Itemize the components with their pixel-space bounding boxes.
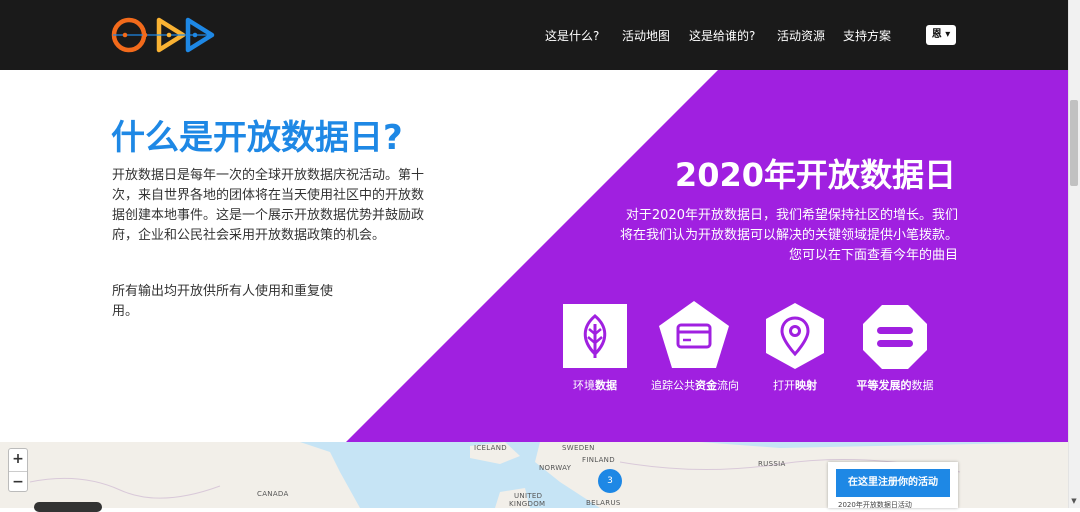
nav-who-is-it-for[interactable]: 这是给谁的? (689, 27, 755, 44)
leaf-icon[interactable] (563, 304, 627, 368)
intro-paragraph: 开放数据日是每年一次的全球开放数据庆祝活动。第十次，来自世界各地的团体将在当天使… (112, 168, 425, 243)
map-event-cluster-marker[interactable]: 3 (598, 469, 622, 493)
nav-event-resources[interactable]: 活动资源 (777, 27, 825, 44)
map-label-united: UNITED (514, 492, 543, 500)
nav-event-map[interactable]: 活动地图 (622, 27, 670, 44)
page-scrollbar[interactable] (1068, 0, 1080, 508)
feature-open-mapping[interactable]: 打开映射 (740, 378, 850, 394)
scrollbar-thumb[interactable] (1070, 100, 1078, 186)
feature-environment-data[interactable]: 环境数据 (540, 378, 650, 394)
map-label-belarus: BELARUS (586, 499, 621, 507)
map-label-kingdom: KINGDOM (509, 500, 546, 508)
credit-card-icon[interactable] (658, 300, 730, 370)
zoom-out-button[interactable]: − (9, 471, 27, 492)
hero-description: 对于2020年开放数据日，我们希望保持社区的增长。我们将在我们认为开放数据可以解… (619, 208, 958, 263)
language-dropdown[interactable]: 恩 ▾ (926, 25, 956, 45)
register-subtext: 2020年开放数据日活动 (838, 501, 912, 509)
feature-equal-development-data[interactable]: 平等发展的数据 (840, 378, 950, 394)
hero-title: 2020年开放数据日 (674, 156, 956, 194)
feature-public-money-flow[interactable]: 追踪公共资金流向 (640, 378, 750, 394)
map-label-sweden: SWEDEN (562, 444, 595, 452)
map-label-norway: NORWAY (539, 464, 572, 472)
map-label-russia: RUSSIA (758, 460, 786, 468)
odd-logo[interactable] (111, 16, 217, 54)
map-label-iceland: ICELAND (474, 444, 507, 452)
nav-what-is-it[interactable]: 这是什么? (545, 27, 599, 44)
map-attribution-pill[interactable] (34, 502, 102, 512)
intro-title: 什么是开放数据日? (111, 118, 403, 158)
map-label-finland: FINLAND (582, 456, 615, 464)
map-label-canada: CANADA (257, 490, 289, 498)
zoom-in-button[interactable]: + (9, 449, 27, 470)
map-zoom-control: + − (8, 448, 28, 492)
intro-paragraph-reuse: 所有输出均开放供所有人使用和重复使用。 (112, 284, 334, 319)
nav-support-plan[interactable]: 支持方案 (843, 27, 891, 44)
map-pin-icon[interactable] (765, 302, 825, 370)
equality-icon[interactable] (862, 304, 928, 370)
scroll-down-arrow-icon[interactable]: ▼ (1068, 494, 1080, 508)
register-event-button[interactable]: 在这里注册你的活动 (836, 469, 950, 497)
